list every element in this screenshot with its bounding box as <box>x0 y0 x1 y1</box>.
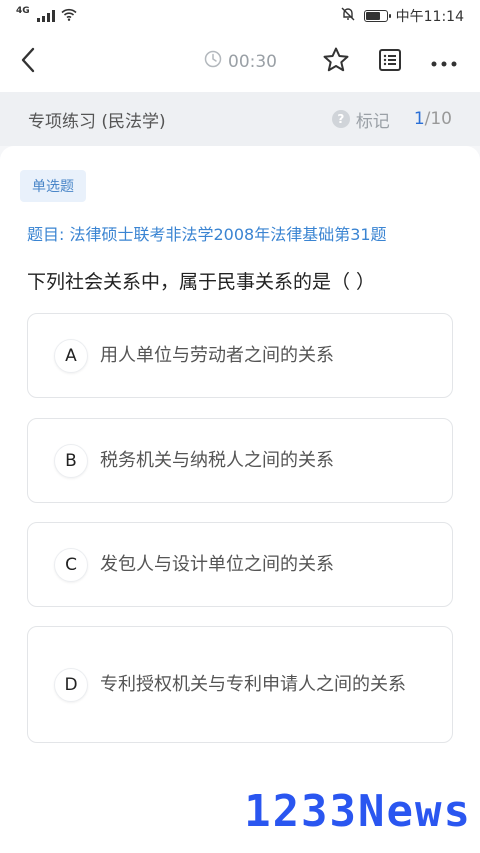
section-title: 专项练习 (民法学) <box>28 111 166 132</box>
back-icon <box>20 47 36 77</box>
option-letter: B <box>54 443 88 478</box>
top-nav-bar: 00:30 <box>0 32 480 92</box>
option-letter: C <box>54 547 88 582</box>
section-tools: ? 标记 1/10 <box>331 107 452 132</box>
star-icon <box>322 46 350 78</box>
answer-sheet-icon <box>378 48 402 76</box>
option-text: 用人单位与劳动者之间的关系 <box>100 344 334 366</box>
answer-sheet-button[interactable] <box>374 46 406 78</box>
status-bar: 4G 中午11:14 <box>0 0 480 32</box>
timer-value: 00:30 <box>228 51 277 72</box>
more-button[interactable] <box>428 46 460 78</box>
option-c[interactable]: C 发包人与设计单位之间的关系 <box>27 522 453 607</box>
status-time: 中午11:14 <box>395 9 464 25</box>
clock-icon <box>204 50 222 73</box>
option-d[interactable]: D 专利授权机关与专利申请人之间的关系 <box>27 626 453 743</box>
watermark-logo: 1233News <box>244 786 472 837</box>
nav-actions <box>320 46 460 78</box>
option-text: 发包人与设计单位之间的关系 <box>100 553 334 575</box>
back-button[interactable] <box>14 47 42 77</box>
option-b[interactable]: B 税务机关与纳税人之间的关系 <box>27 418 453 503</box>
option-letter: D <box>54 667 88 702</box>
mark-label: 标记 <box>355 111 390 132</box>
section-header: 专项练习 (民法学) ? 标记 1/10 <box>0 92 480 146</box>
battery-icon <box>363 10 391 22</box>
question-mark-icon: ? <box>331 110 350 128</box>
mark-button[interactable]: ? 标记 <box>331 107 390 132</box>
wifi-icon <box>61 8 77 25</box>
question-card: 单选题 题目: 法律硕士联考非法学2008年法律基础第31题 下列社会关系中，属… <box>0 146 480 853</box>
option-text: 税务机关与纳税人之间的关系 <box>100 449 334 471</box>
question-source-link[interactable]: 题目: 法律硕士联考非法学2008年法律基础第31题 <box>27 221 387 245</box>
progress-total: /10 <box>424 109 452 129</box>
question-type-badge: 单选题 <box>20 170 86 202</box>
question-progress: 1/10 <box>414 109 452 129</box>
question-stem: 下列社会关系中，属于民事关系的是（ ） <box>27 271 376 293</box>
status-right: 中午11:14 <box>340 6 464 26</box>
more-icon <box>431 53 457 72</box>
progress-current: 1 <box>413 109 425 129</box>
option-a[interactable]: A 用人单位与劳动者之间的关系 <box>27 313 453 398</box>
timer: 00:30 <box>204 50 277 73</box>
network-type: 4G <box>16 6 30 16</box>
status-left: 4G <box>16 6 77 25</box>
mute-bell-icon <box>340 6 356 26</box>
favorite-button[interactable] <box>320 46 352 78</box>
option-text: 专利授权机关与专利申请人之间的关系 <box>100 673 406 695</box>
option-letter: A <box>54 338 88 373</box>
signal-icon <box>36 10 55 22</box>
